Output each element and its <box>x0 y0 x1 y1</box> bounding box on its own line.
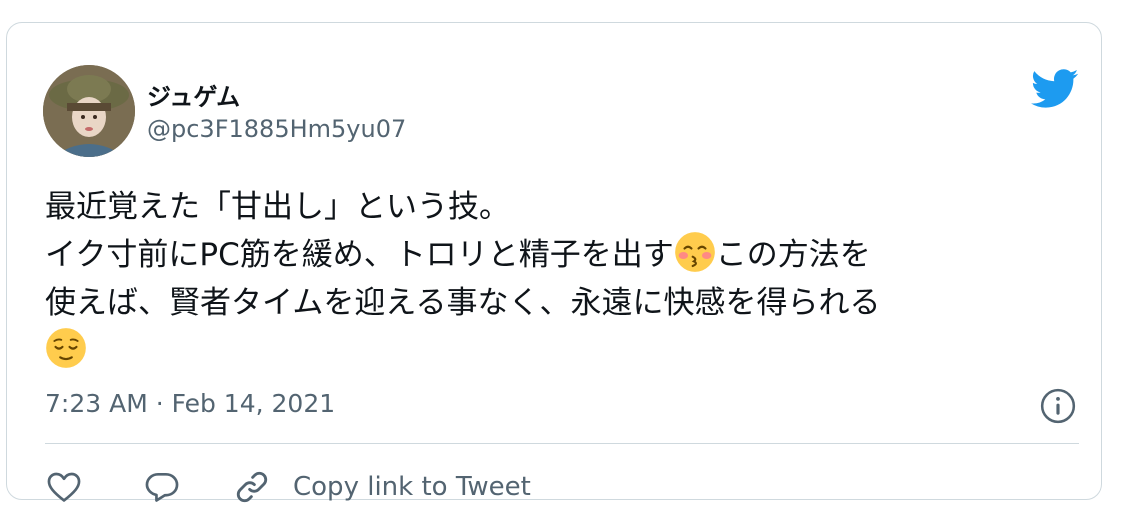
avatar-image <box>43 65 135 157</box>
tweet-text-line <box>45 327 1085 375</box>
avatar[interactable] <box>43 65 135 157</box>
tweet-text-segment: この方法を <box>715 237 871 273</box>
kissing-face-emoji-icon <box>674 232 715 272</box>
tweet-text-line: イク寸前にPC筋を緩め、トロリと精子を出す この方法を <box>45 231 1085 279</box>
tweet-text-line: 使えば、賢者タイムを迎える事なく、永遠に快感を得られる <box>45 285 881 321</box>
twitter-bird-icon[interactable] <box>1031 69 1079 109</box>
tweet-card: ジュゲム @pc3F1885Hm5yu07 最近覚えた「甘出し」という技。 イク… <box>6 22 1102 503</box>
copy-link-button[interactable]: Copy link to Tweet <box>233 465 531 509</box>
info-icon[interactable] <box>1039 387 1077 425</box>
copy-link-label: Copy link to Tweet <box>293 472 531 502</box>
tweet-text-segment: イク寸前にPC筋を緩め、トロリと精子を出す <box>45 237 674 273</box>
tweet-text: 最近覚えた「甘出し」という技。 イク寸前にPC筋を緩め、トロリと精子を出す この方… <box>45 183 1085 375</box>
tweet-timestamp[interactable]: 7:23 AM · Feb 14, 2021 <box>45 389 335 418</box>
like-button[interactable] <box>45 465 83 509</box>
speech-bubble-icon <box>145 472 179 502</box>
tweet-text-line: 最近覚えた「甘出し」という技。 <box>45 189 510 225</box>
link-icon <box>236 471 268 503</box>
display-name[interactable]: ジュゲム <box>147 77 240 112</box>
divider <box>45 443 1079 444</box>
reply-button[interactable] <box>143 465 181 509</box>
heart-icon <box>47 472 81 502</box>
relieved-face-emoji-icon <box>46 328 86 368</box>
user-handle[interactable]: @pc3F1885Hm5yu07 <box>147 115 406 143</box>
